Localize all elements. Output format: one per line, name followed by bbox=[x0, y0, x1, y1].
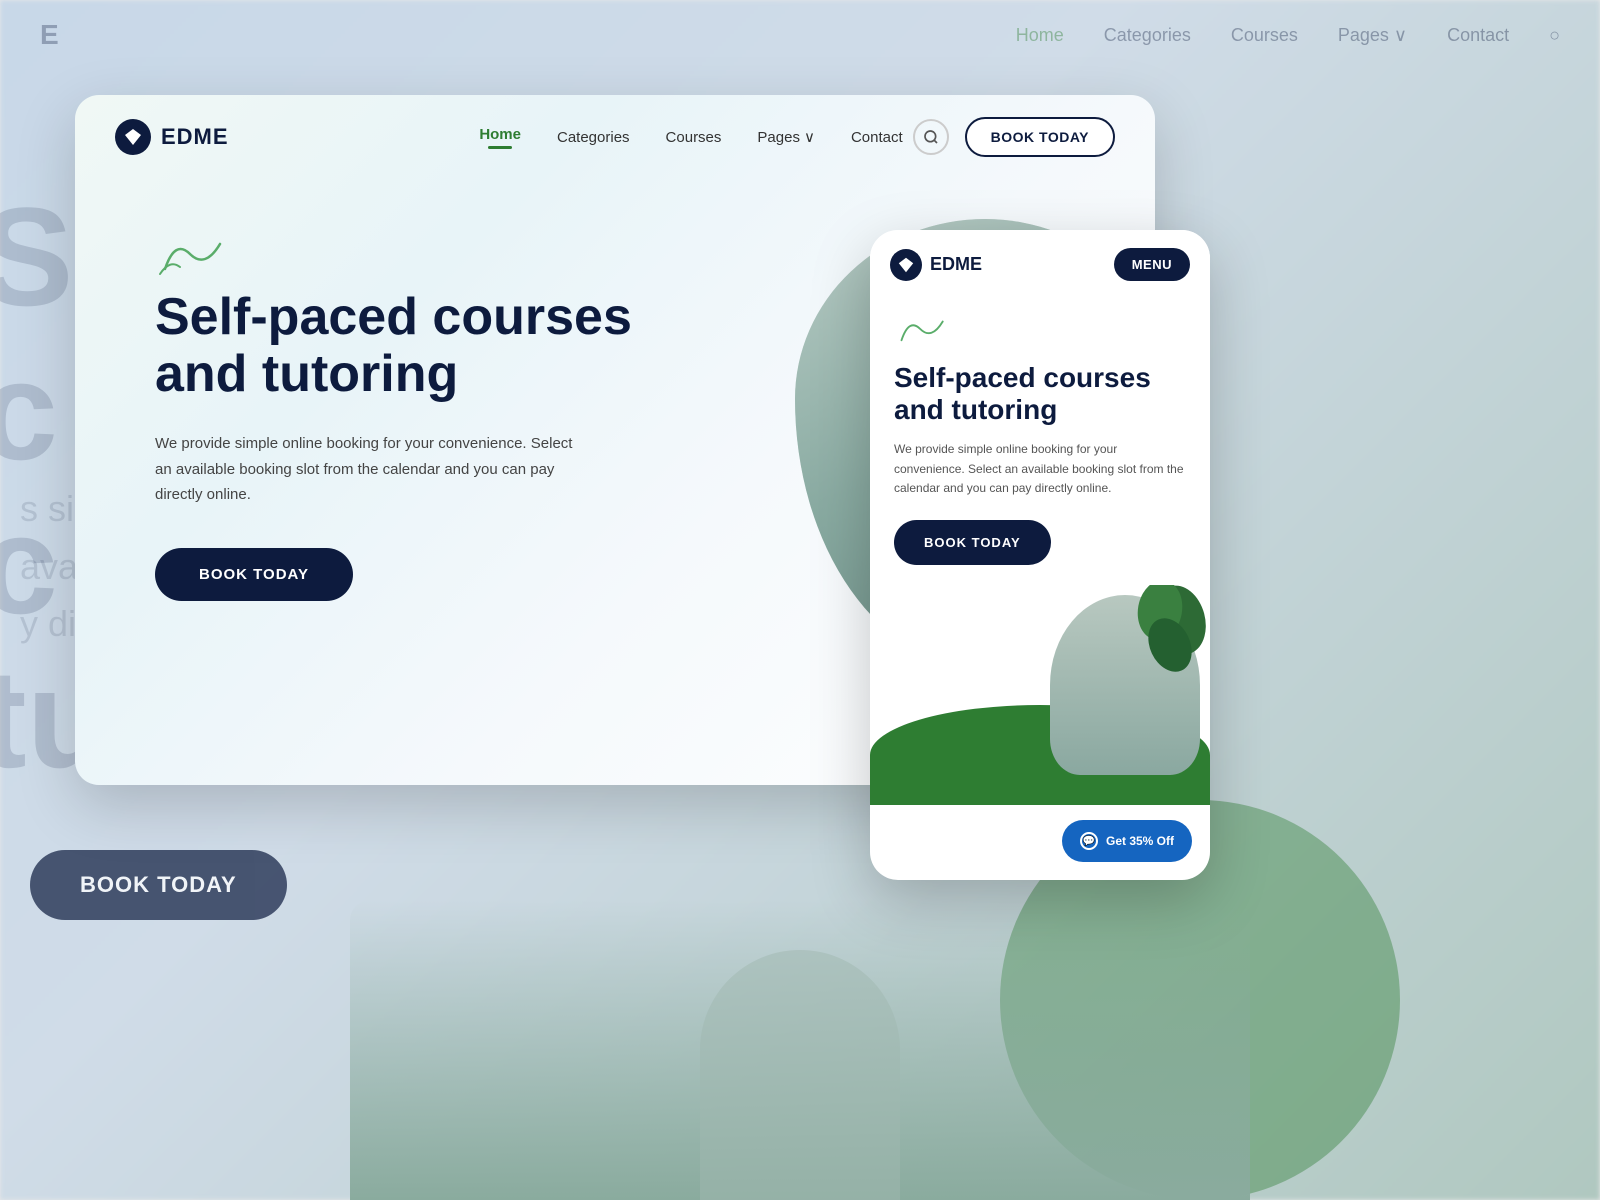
mobile-diamond-icon bbox=[897, 256, 915, 274]
chat-bubble[interactable]: 💬 Get 35% Off bbox=[1062, 820, 1192, 862]
desktop-logo-text: EDME bbox=[161, 124, 229, 150]
bg-bottom-image bbox=[350, 900, 1250, 1200]
nav-link-categories[interactable]: Categories bbox=[557, 129, 630, 146]
mobile-squiggle-decoration bbox=[894, 309, 954, 349]
bg-nav-categories: Categories bbox=[1104, 25, 1191, 46]
bg-book-today-bottom-left[interactable]: BOOK TODAY bbox=[30, 850, 287, 920]
mobile-hero-title: Self-paced courses and tutoring bbox=[894, 362, 1186, 426]
bg-nav-search: ○ bbox=[1549, 25, 1560, 46]
mobile-image-area bbox=[870, 585, 1210, 805]
search-button[interactable] bbox=[913, 119, 949, 155]
desktop-hero-book-button[interactable]: BOOK TODAY bbox=[155, 548, 353, 601]
bg-nav-links: Home Categories Courses Pages ∨ Contact … bbox=[1016, 25, 1560, 46]
nav-link-contact[interactable]: Contact bbox=[851, 129, 903, 146]
bg-logo: E bbox=[40, 19, 59, 51]
mobile-logo-text: EDME bbox=[930, 254, 982, 275]
chat-icon: 💬 bbox=[1080, 832, 1098, 850]
mobile-logo-icon bbox=[890, 249, 922, 281]
bg-nav-contact: Contact bbox=[1447, 25, 1509, 46]
desktop-hero-description: We provide simple online booking for you… bbox=[155, 431, 575, 508]
mobile-card: EDME MENU Self-paced courses and tutorin… bbox=[870, 230, 1210, 880]
nav-link-home[interactable]: Home bbox=[479, 126, 521, 149]
nav-link-pages[interactable]: Pages ∨ bbox=[757, 128, 815, 146]
logo-icon bbox=[115, 119, 151, 155]
nav-link-courses[interactable]: Courses bbox=[666, 129, 722, 146]
mobile-nav: EDME MENU bbox=[870, 230, 1210, 299]
desktop-hero-text: Self-paced courses and tutoring We provi… bbox=[155, 209, 675, 601]
chat-bubble-label: Get 35% Off bbox=[1106, 834, 1174, 848]
squiggle-decoration bbox=[155, 229, 235, 279]
desktop-nav-book-button[interactable]: BOOK TODAY bbox=[965, 117, 1115, 157]
bg-nav: E Home Categories Courses Pages ∨ Contac… bbox=[0, 0, 1600, 70]
bg-person-silhouette bbox=[700, 950, 900, 1200]
diamond-icon bbox=[123, 127, 143, 147]
mobile-logo: EDME bbox=[890, 249, 982, 281]
mobile-hero: Self-paced courses and tutoring We provi… bbox=[870, 299, 1210, 585]
mobile-hero-description: We provide simple online booking for you… bbox=[894, 440, 1186, 498]
bg-nav-pages: Pages ∨ bbox=[1338, 25, 1407, 46]
bg-nav-courses: Courses bbox=[1231, 25, 1298, 46]
mobile-menu-button[interactable]: MENU bbox=[1114, 248, 1190, 281]
desktop-hero-title: Self-paced courses and tutoring bbox=[155, 289, 675, 403]
desktop-logo: EDME bbox=[115, 119, 229, 155]
bg-nav-home: Home bbox=[1016, 25, 1064, 46]
search-icon bbox=[923, 129, 939, 145]
desktop-nav: EDME Home Categories Courses Pages ∨ Con… bbox=[75, 95, 1155, 179]
desktop-nav-links: Home Categories Courses Pages ∨ Contact bbox=[479, 126, 902, 149]
mobile-hero-book-button[interactable]: BOOK TODAY bbox=[894, 520, 1051, 565]
mobile-plant-icon bbox=[1110, 585, 1210, 715]
